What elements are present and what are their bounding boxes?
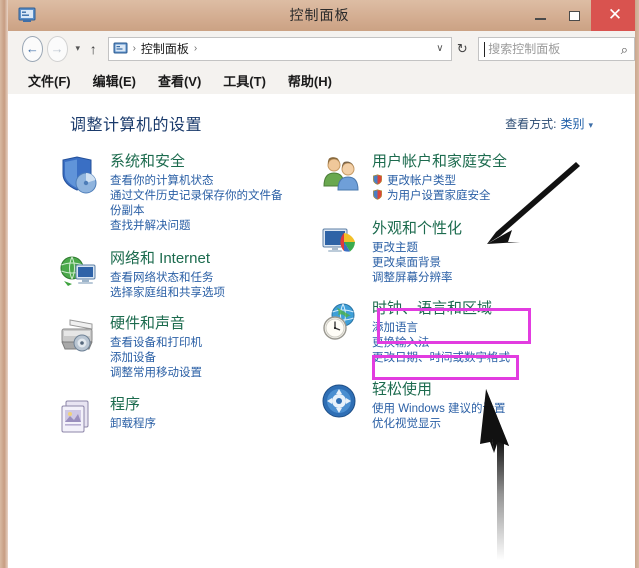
link-check-computer-status[interactable]: 查看你的计算机状态: [110, 174, 318, 189]
shield-icon: [373, 174, 382, 185]
back-button[interactable]: ←: [22, 35, 43, 62]
link-add-device[interactable]: 添加设备: [110, 351, 318, 366]
link-troubleshoot[interactable]: 查找并解决问题: [110, 219, 318, 234]
ease-of-access-icon: [322, 384, 356, 418]
globe-monitor-icon: [60, 256, 96, 286]
highlight-box-change-input-method: [372, 355, 519, 380]
category-title[interactable]: 程序: [110, 395, 140, 414]
content-area: 调整计算机的设置 查看方式: 类别 ▾ 系统和安全 查看你的计算机状态 通过文件…: [8, 94, 635, 560]
menu-item-view[interactable]: 查看(V): [158, 71, 201, 90]
shield-disk-icon: [62, 156, 97, 194]
control-panel-icon: [113, 42, 128, 53]
forward-button[interactable]: →: [46, 35, 68, 62]
category-title[interactable]: 硬件和声音: [110, 314, 185, 333]
category-hardware-and-sound[interactable]: 硬件和声音 查看设备和打印机 添加设备 调整常用移动设置: [58, 314, 318, 381]
link-change-desktop-background[interactable]: 更改桌面背景: [372, 256, 600, 271]
breadcrumb-separator-2[interactable]: ›: [194, 43, 197, 54]
category-body: 硬件和声音 查看设备和打印机 添加设备 调整常用移动设置: [110, 314, 318, 381]
breadcrumb-item-control-panel[interactable]: 控制面板: [141, 40, 189, 57]
category-links: 查看网络状态和任务 选择家庭组和共享选项: [110, 271, 318, 301]
category-title[interactable]: 外观和个性化: [372, 219, 462, 238]
category-body: 外观和个性化 更改主题 更改桌面背景 调整屏幕分辨率: [372, 219, 600, 286]
title-bar[interactable]: 控制面板 ✕: [0, 0, 639, 31]
menu-item-edit[interactable]: 编辑(E): [93, 71, 136, 90]
category-links: 卸载程序: [110, 417, 318, 432]
maximize-button[interactable]: [557, 0, 591, 31]
link-use-windows-suggested-settings[interactable]: 使用 Windows 建议的设置: [372, 402, 600, 417]
category-body: 轻松使用 使用 Windows 建议的设置 优化视觉显示: [372, 380, 600, 432]
control-panel-window: 控制面板 ✕ ← → ▾ ↑ › 控制面板 › ∨ ↻ 搜索控制面板 ⌕ 文件(…: [0, 0, 639, 568]
link-optimize-visual-display[interactable]: 优化视觉显示: [372, 417, 600, 432]
refresh-icon[interactable]: ↻: [455, 41, 471, 57]
shield-icon: [373, 189, 382, 200]
category-title[interactable]: 网络和 Internet: [110, 249, 210, 268]
category-title[interactable]: 轻松使用: [372, 380, 432, 399]
category-links: 更改主题 更改桌面背景 调整屏幕分辨率: [372, 241, 600, 286]
menu-item-help[interactable]: 帮助(H): [288, 71, 332, 90]
link-homegroup-sharing[interactable]: 选择家庭组和共享选项: [110, 286, 318, 301]
link-change-account-type[interactable]: 更改帐户类型: [372, 174, 600, 189]
link-devices-and-printers[interactable]: 查看设备和打印机: [110, 336, 318, 351]
window-border-right: [635, 0, 639, 568]
category-body: 用户帐户和家庭安全 更改帐户类型 为用户设置家庭安全: [372, 152, 600, 204]
breadcrumb-separator: ›: [132, 43, 136, 54]
page-title: 调整计算机的设置: [70, 117, 203, 134]
clock-globe-icon: [323, 303, 355, 340]
view-by-label: 查看方式:: [505, 117, 557, 131]
link-change-theme[interactable]: 更改主题: [372, 241, 600, 256]
breadcrumb[interactable]: › 控制面板 › ∨: [107, 36, 452, 61]
category-body: 系统和安全 查看你的计算机状态 通过文件历史记录保存你的文件备 份副本 查找并解…: [110, 152, 318, 234]
minimize-button[interactable]: [523, 0, 557, 31]
users-icon: [323, 157, 359, 191]
view-by-control[interactable]: 查看方式: 类别 ▾: [505, 115, 593, 132]
link-view-network-status[interactable]: 查看网络状态和任务: [110, 271, 318, 286]
link-uninstall-program[interactable]: 卸载程序: [110, 417, 318, 432]
category-column-left: 系统和安全 查看你的计算机状态 通过文件历史记录保存你的文件备 份副本 查找并解…: [58, 152, 318, 440]
link-label: 更改帐户类型: [387, 175, 456, 187]
address-dropdown-icon[interactable]: ∨: [436, 43, 443, 54]
link-mobility-settings[interactable]: 调整常用移动设置: [110, 366, 318, 381]
highlight-box-clock-language-region: [377, 308, 531, 344]
search-icon: ⌕: [620, 41, 629, 57]
category-network-and-internet[interactable]: 网络和 Internet 查看网络状态和任务 选择家庭组和共享选项: [58, 249, 318, 301]
window-controls: ✕: [523, 0, 639, 31]
menu-item-tools[interactable]: 工具(T): [223, 71, 266, 90]
link-adjust-screen-resolution[interactable]: 调整屏幕分辨率: [372, 271, 600, 286]
window-border-left: [0, 0, 8, 568]
category-links: 查看设备和打印机 添加设备 调整常用移动设置: [110, 336, 318, 381]
menu-item-file[interactable]: 文件(F): [28, 71, 71, 90]
category-body: 程序 卸载程序: [110, 395, 318, 432]
category-title[interactable]: 系统和安全: [110, 152, 185, 171]
category-title[interactable]: 用户帐户和家庭安全: [372, 152, 507, 171]
address-bar: ← → ▾ ↑ › 控制面板 › ∨ ↻ 搜索控制面板 ⌕: [8, 31, 636, 66]
view-by-value[interactable]: 类别: [560, 117, 584, 131]
close-button[interactable]: ✕: [591, 0, 639, 31]
recent-locations-caret-icon[interactable]: ▾: [72, 43, 85, 54]
search-box[interactable]: 搜索控制面板 ⌕: [478, 36, 636, 61]
category-body: 网络和 Internet 查看网络状态和任务 选择家庭组和共享选项: [110, 249, 318, 301]
category-user-accounts-and-family-safety[interactable]: 用户帐户和家庭安全 更改帐户类型 为用户设置家庭安全: [320, 152, 600, 204]
chevron-down-icon[interactable]: ▾: [588, 120, 593, 130]
printer-icon: [61, 319, 93, 352]
text-cursor: [484, 41, 486, 57]
category-column-right: 用户帐户和家庭安全 更改帐户类型 为用户设置家庭安全 外观和个性化 更改主题 更…: [320, 152, 600, 440]
category-links: 更改帐户类型 为用户设置家庭安全: [372, 174, 600, 204]
category-programs[interactable]: 程序 卸载程序: [58, 395, 318, 433]
up-button[interactable]: ↑: [87, 41, 100, 57]
category-appearance-and-personalization[interactable]: 外观和个性化 更改主题 更改桌面背景 调整屏幕分辨率: [320, 219, 600, 286]
link-file-history-backup-cont[interactable]: 份副本: [110, 204, 318, 219]
category-system-and-security[interactable]: 系统和安全 查看你的计算机状态 通过文件历史记录保存你的文件备 份副本 查找并解…: [58, 152, 318, 234]
link-file-history-backup[interactable]: 通过文件历史记录保存你的文件备: [110, 189, 318, 204]
display-color-icon: [322, 228, 355, 252]
link-family-safety[interactable]: 为用户设置家庭安全: [372, 189, 600, 204]
menu-bar: 文件(F) 编辑(E) 查看(V) 工具(T) 帮助(H): [8, 66, 635, 95]
link-label: 为用户设置家庭安全: [387, 190, 491, 202]
category-links: 查看你的计算机状态 通过文件历史记录保存你的文件备 份副本 查找并解决问题: [110, 174, 318, 234]
search-input[interactable]: 搜索控制面板: [488, 40, 560, 57]
programs-icon: [61, 400, 89, 433]
category-links: 使用 Windows 建议的设置 优化视觉显示: [372, 402, 600, 432]
category-ease-of-access[interactable]: 轻松使用 使用 Windows 建议的设置 优化视觉显示: [320, 380, 600, 432]
